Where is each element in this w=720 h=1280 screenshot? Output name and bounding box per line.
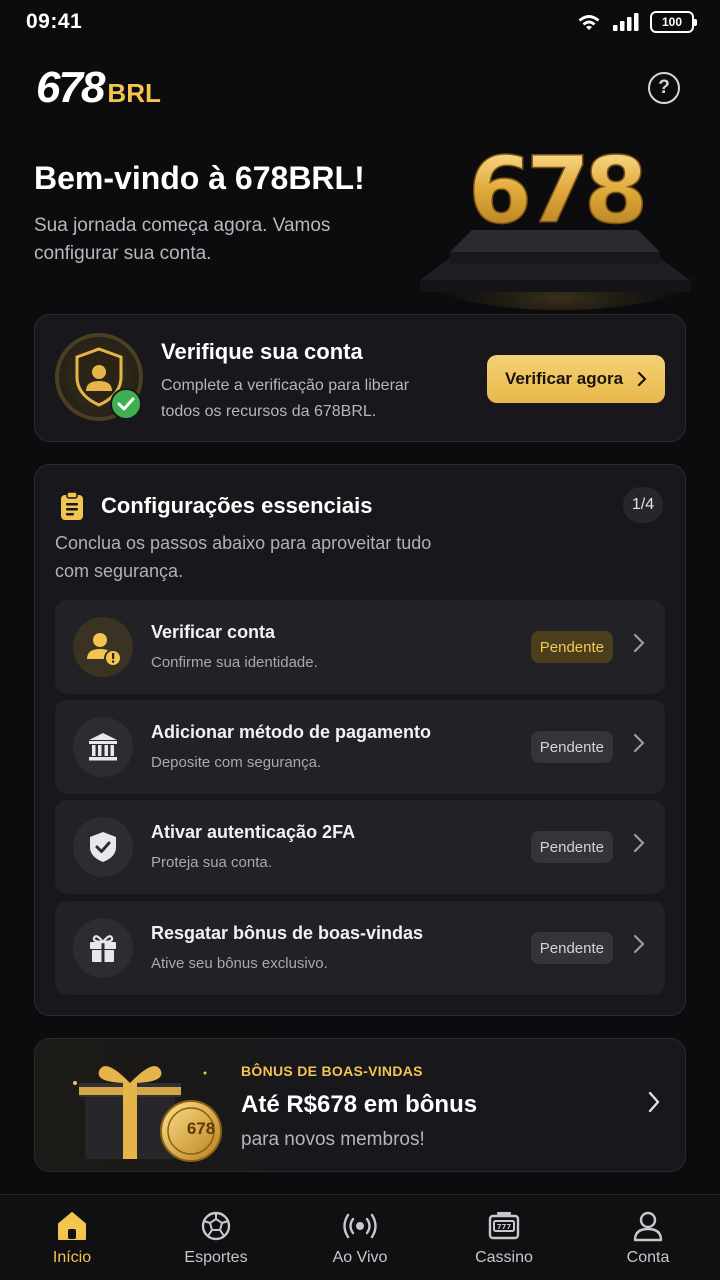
logo-suffix: BRL: [107, 78, 161, 108]
status-badge: Pendente: [530, 731, 613, 763]
status-badge: Pendente: [530, 631, 613, 663]
chevron-right-icon: [633, 833, 645, 853]
hero-678-trophy-illustration: 678: [415, 136, 700, 310]
step-description: Proteja sua conta.: [151, 854, 272, 871]
step-icon-wrap: [73, 717, 133, 777]
step-description: Confirme sua identidade.: [151, 654, 318, 671]
bank-icon: [89, 733, 117, 761]
signal-icon: [613, 13, 639, 31]
welcome-bonus-banner[interactable]: 678 BÔNUS DE BOAS-VINDAS Até R$678 em bô…: [34, 1038, 686, 1172]
battery-icon: 100: [650, 11, 697, 33]
verify-now-button[interactable]: Verificar agora: [487, 355, 665, 403]
chevron-right-icon: [637, 371, 647, 387]
home-icon: [58, 1212, 86, 1240]
gift-box-coin-illustration: [73, 1066, 222, 1162]
step-description: Deposite com segurança.: [151, 754, 322, 771]
step-icon-wrap: [73, 918, 133, 978]
verify-now-label: Verificar agora: [504, 369, 624, 388]
user-alert-icon: [87, 633, 122, 667]
tab-label: Conta: [626, 1249, 670, 1266]
check-circle-icon: [110, 388, 142, 420]
verify-title: Verifique sua conta: [161, 339, 363, 364]
status-time: 09:41: [26, 10, 83, 33]
welcome-subtitle: Sua jornada começa agora. Vamos configur…: [34, 215, 331, 264]
bonus-coin-label: 678: [186, 1119, 216, 1138]
setup-step-welcome-bonus[interactable]: Resgatar bônus de boas-vindas Ative seu …: [55, 901, 665, 995]
setup-step-payment-method[interactable]: Adicionar método de pagamento Deposite c…: [55, 700, 665, 794]
step-description: Ative seu bônus exclusivo.: [151, 955, 328, 972]
setup-step-verify-account[interactable]: Verificar conta Confirme sua identidade.…: [55, 600, 665, 694]
brand-logo[interactable]: 678 BRL: [36, 63, 161, 112]
setup-title: Configurações essenciais: [101, 493, 373, 518]
chevron-right-icon: [633, 633, 645, 653]
bonus-subtitle: para novos membros!: [241, 1129, 425, 1150]
svg-text:678: 678: [468, 137, 643, 244]
chevron-right-icon: [648, 1091, 660, 1113]
chevron-right-icon: [633, 733, 645, 753]
status-bar: 09:41 100: [0, 0, 720, 44]
welcome-title: Bem-vindo à 678BRL!: [34, 160, 365, 196]
tab-esportes[interactable]: Esportes: [144, 1195, 288, 1280]
verify-description: Complete a verificação para liberar todo…: [161, 377, 410, 420]
slot-machine-icon: 777: [488, 1212, 520, 1240]
shield-check-icon: [90, 832, 116, 862]
tab-conta[interactable]: Conta: [576, 1195, 720, 1280]
step-title: Adicionar método de pagamento: [151, 722, 432, 742]
tab-label: Ao Vivo: [332, 1249, 388, 1266]
step-title: Verificar conta: [151, 622, 276, 642]
step-title: Ativar autenticação 2FA: [151, 822, 356, 842]
setup-progress-badge: 1/4: [623, 487, 663, 523]
setup-subtitle: Conclua os passos abaixo para aproveitar…: [55, 533, 432, 581]
bonus-label: BÔNUS DE BOAS-VINDAS: [241, 1063, 423, 1079]
status-icons: 100: [576, 11, 697, 33]
tab-label: Início: [52, 1249, 92, 1266]
tab-label: Cassino: [475, 1249, 533, 1266]
setup-step-2fa[interactable]: Ativar autenticação 2FA Proteja sua cont…: [55, 800, 665, 894]
tab-inicio[interactable]: Início: [0, 1195, 144, 1280]
chevron-right-icon: [633, 934, 645, 954]
svg-text:777: 777: [497, 1223, 512, 1231]
bottom-tab-bar: Início Esportes Ao Vivo 777 Cassino Cont…: [0, 1194, 720, 1280]
step-icon-wrap: [73, 617, 133, 677]
live-broadcast-icon: [343, 1213, 377, 1239]
logo-number: 678: [36, 63, 105, 112]
user-icon: [633, 1211, 663, 1242]
bonus-title: Até R$678 em bônus: [241, 1091, 478, 1118]
header: 678 BRL ?: [36, 63, 684, 112]
tab-ao-vivo[interactable]: Ao Vivo: [288, 1195, 432, 1280]
essential-setup-card: Configurações essenciais 1/4 Conclua os …: [34, 464, 686, 1016]
gift-icon: [90, 935, 116, 962]
soccer-ball-icon: [201, 1211, 231, 1241]
tab-label: Esportes: [184, 1249, 248, 1266]
wifi-icon: [578, 15, 600, 30]
status-badge: Pendente: [530, 932, 613, 964]
clipboard-icon: [61, 491, 83, 520]
step-title: Resgatar bônus de boas-vindas: [151, 923, 424, 943]
tab-cassino[interactable]: 777 Cassino: [432, 1195, 576, 1280]
help-circle-icon[interactable]: ?: [648, 72, 680, 104]
step-icon-wrap: [73, 817, 133, 877]
verify-account-card: Verifique sua conta Complete a verificaç…: [34, 314, 686, 442]
verify-badge: [55, 333, 143, 421]
status-badge: Pendente: [530, 831, 613, 863]
